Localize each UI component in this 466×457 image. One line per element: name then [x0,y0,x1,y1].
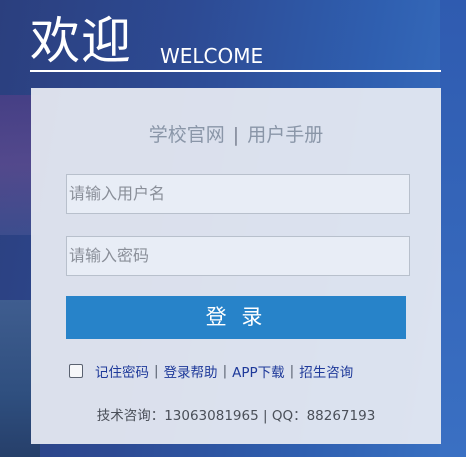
welcome-subtitle: WELCOME [160,44,264,68]
login-panel: 学校官网 | 用户手册 请输入用户名 请输入密码 登 录 记住密码 | 登录帮助… [31,88,441,444]
option-separator: | [222,363,228,379]
user-manual-link[interactable]: 用户手册 [247,120,323,147]
remember-password-label[interactable]: 记住密码 [95,361,149,381]
username-input[interactable]: 请输入用户名 [66,174,410,214]
remember-checkbox[interactable] [69,364,83,378]
welcome-title: 欢迎 [30,12,132,70]
password-placeholder: 请输入密码 [69,246,150,265]
background-edge [440,0,466,457]
top-links: 学校官网 | 用户手册 [31,120,441,147]
support-info: 技术咨询：13063081965 | QQ：88267193 [96,408,376,424]
school-website-link[interactable]: 学校官网 [149,120,225,147]
option-separator: | [154,363,159,379]
option-separator: | [289,363,295,379]
admission-consult-link[interactable]: 招生咨询 [299,361,353,381]
welcome-header: 欢迎 WELCOME [30,10,441,72]
password-input[interactable]: 请输入密码 [66,236,410,276]
username-placeholder: 请输入用户名 [69,184,166,203]
login-button[interactable]: 登 录 [66,296,406,339]
link-separator: | [232,124,240,146]
app-download-link[interactable]: APP下载 [232,361,285,381]
login-help-link[interactable]: 登录帮助 [164,361,218,381]
login-options: 记住密码 | 登录帮助 | APP下载 | 招生咨询 [69,361,353,381]
